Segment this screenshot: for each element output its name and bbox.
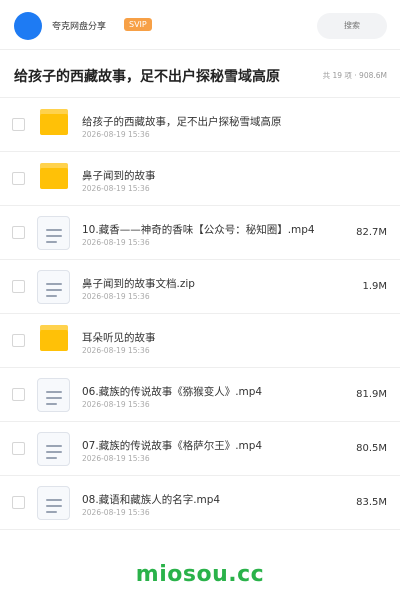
item-name: 08.藏语和藏族人的名字.mp4 [82,494,221,506]
page-title: 给孩子的西藏故事，足不出户探秘雪域高原 [14,69,280,85]
avatar[interactable] [14,12,42,40]
item-size: 83.5M [356,497,387,508]
folder-meta: 共 19 项 · 908.6M [322,71,387,80]
select-checkbox[interactable] [12,496,25,509]
item-date: 2026-08-19 15:36 [82,238,150,247]
watermark: miosou.cc [135,562,265,587]
select-checkbox[interactable] [12,172,25,185]
item-date: 2026-08-19 15:36 [82,184,150,193]
file-icon [37,432,70,466]
item-name: 鼻子闻到的故事 [82,170,156,182]
list-item[interactable]: 10.藏香——神奇的香味【公众号：秘知圈】.mp4 2026-08-19 15:3… [0,206,400,260]
item-size: 80.5M [356,443,387,454]
folder-icon [40,163,68,189]
select-checkbox[interactable] [12,226,25,239]
folder-icon [40,109,68,135]
item-name: 06.藏族的传说故事《猕猴变人》.mp4 [82,386,263,398]
item-name: 给孩子的西藏故事，足不出户探秘雪域高原 [82,116,282,128]
folder-header: 给孩子的西藏故事，足不出户探秘雪域高原 共 19 项 · 908.6M [0,50,400,98]
item-date: 2026-08-19 15:36 [82,400,150,409]
item-date: 2026-08-19 15:36 [82,292,150,301]
list-item[interactable]: 06.藏族的传说故事《猕猴变人》.mp4 2026-08-19 15:36 81.9… [0,368,400,422]
list-item[interactable]: 耳朵听见的故事 2026-08-19 15:36 [0,314,400,368]
item-date: 2026-08-19 15:36 [82,508,150,517]
select-checkbox[interactable] [12,334,25,347]
file-icon [37,486,70,520]
list-item[interactable]: 07.藏族的传说故事《格萨尔王》.mp4 2026-08-19 15:36 80.5… [0,422,400,476]
item-date: 2026-08-19 15:36 [82,130,150,139]
select-checkbox[interactable] [12,280,25,293]
file-icon [37,378,70,412]
svip-badge: SVIP [124,18,152,31]
list-item[interactable]: 鼻子闻到的故事文档.zip 2026-08-19 15:36 1.9M [0,260,400,314]
file-icon [37,216,70,250]
select-checkbox[interactable] [12,118,25,131]
select-checkbox[interactable] [12,442,25,455]
item-date: 2026-08-19 15:36 [82,346,150,355]
list-item[interactable]: 鼻子闻到的故事 2026-08-19 15:36 [0,152,400,206]
item-name: 耳朵听见的故事 [82,332,156,344]
item-size: 81.9M [356,389,387,400]
list-item[interactable]: 给孩子的西藏故事，足不出户探秘雪域高原 2026-08-19 15:36 [0,98,400,152]
top-bar: 夸克网盘分享 SVIP [0,0,400,50]
file-list: 给孩子的西藏故事，足不出户探秘雪域高原 2026-08-19 15:36 鼻子闻到的… [0,98,400,530]
item-name: 07.藏族的传说故事《格萨尔王》.mp4 [82,440,263,452]
username: 夸克网盘分享 [52,22,107,32]
list-item[interactable]: 08.藏语和藏族人的名字.mp4 2026-08-19 15:36 83.5M [0,476,400,530]
item-name: 鼻子闻到的故事文档.zip [82,278,195,290]
item-date: 2026-08-19 15:36 [82,454,150,463]
item-size: 1.9M [362,281,387,292]
folder-icon [40,325,68,351]
search-input[interactable] [317,13,387,39]
select-checkbox[interactable] [12,388,25,401]
item-name: 10.藏香——神奇的香味【公众号：秘知圈】.mp4 [82,224,315,236]
file-icon [37,270,70,304]
item-size: 82.7M [356,227,387,238]
